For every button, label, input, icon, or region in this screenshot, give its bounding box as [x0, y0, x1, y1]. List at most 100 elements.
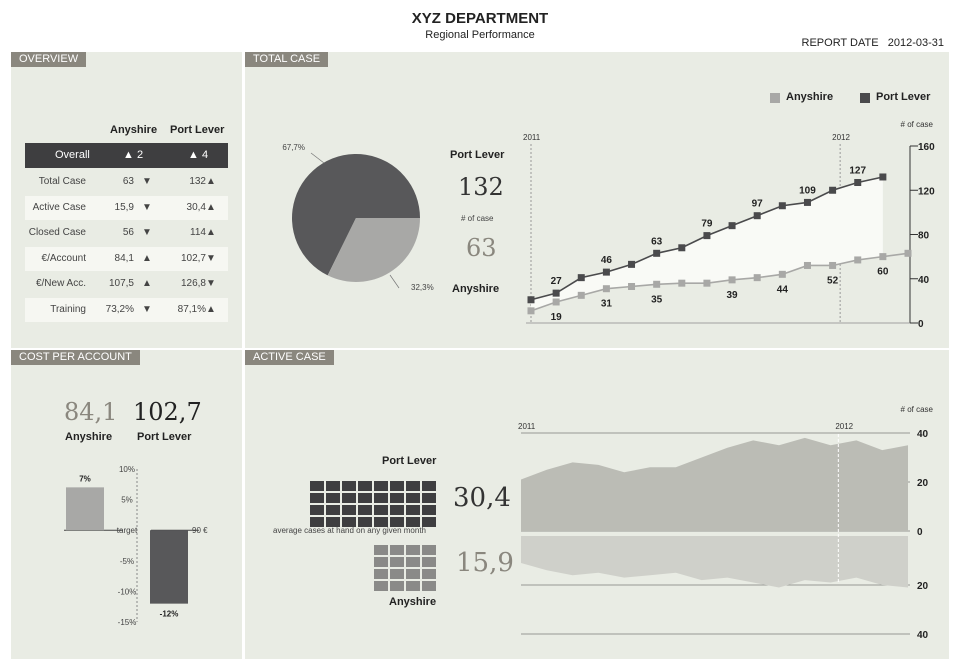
overview-row: €/Account 84,1 ▲ 102,7 ▼ [25, 246, 228, 271]
case-square [390, 481, 404, 491]
data-label: 31 [601, 299, 613, 310]
area-port-lever [521, 437, 908, 531]
overview-panel: OVERVIEW Anyshire Port Lever Overall ▲ 2… [11, 52, 242, 348]
y-axis-label: # of case [901, 405, 934, 414]
page-title: XYZ DEPARTMENT [411, 10, 549, 27]
y-tick-label: 160 [918, 142, 935, 153]
case-square [422, 569, 436, 579]
overview-row-port-lever-value: 87,1% [177, 303, 206, 315]
data-point [527, 307, 535, 315]
data-point [653, 280, 661, 288]
overview-row-port-lever-arrow: ▲ [206, 176, 216, 187]
report-date-label: REPORT DATE [801, 37, 879, 49]
data-point [803, 198, 811, 206]
case-square [326, 481, 340, 491]
cost-tick-label: -5% [120, 557, 134, 566]
cost-bar-chart: 10% 5% target -5% -10% -15% 7% -12% 90 € [64, 465, 208, 627]
overview-row-port-lever-value: 102,7 [180, 252, 206, 264]
year-marker-label: 2012 [832, 133, 850, 142]
data-point [552, 298, 560, 306]
data-point [552, 289, 560, 297]
case-square [326, 493, 340, 503]
case-square [406, 581, 420, 591]
data-point [678, 279, 686, 287]
overview-row-anyshire-value: 15,9 [114, 201, 134, 213]
overview-row: €/New Acc. 107,5 ▲ 126,8 ▼ [25, 272, 228, 296]
data-label: 46 [601, 255, 613, 266]
data-point [703, 232, 711, 240]
overview-row-label: Total Case [38, 176, 86, 187]
case-square [374, 557, 388, 567]
data-label: 97 [752, 199, 764, 210]
overview-row-anyshire-arrow: ▼ [142, 303, 152, 315]
overview-row: Training 73,2% ▼ 87,1% ▲ [25, 297, 228, 322]
series-gap-area [531, 176, 883, 311]
overall-port-lever: ▲ 4 [188, 149, 209, 161]
overview-row-port-lever-arrow: ▲ [206, 303, 216, 315]
case-square [326, 505, 340, 515]
case-square [310, 505, 324, 515]
data-point [879, 253, 887, 261]
cost-tick-label: 10% [119, 465, 135, 474]
case-square [406, 493, 420, 503]
cost-annotation: 90 € [192, 526, 208, 535]
case-square [310, 493, 324, 503]
data-point [678, 244, 686, 252]
data-label: 27 [551, 276, 563, 287]
y-tick-label: 20 [917, 478, 929, 489]
data-point [628, 260, 636, 268]
overview-row-anyshire-arrow: ▼ [142, 176, 152, 187]
overview-row: Closed Case 56 ▼ 114 ▲ [25, 221, 228, 245]
overview-col-anyshire: Anyshire [110, 124, 158, 136]
y-tick-label: 0 [918, 319, 924, 330]
case-square [358, 517, 372, 527]
overview-row-anyshire-value: 73,2% [105, 303, 134, 315]
y-axis-label: # of case [901, 120, 934, 129]
data-point [904, 249, 912, 257]
data-point [854, 179, 862, 187]
case-square [406, 569, 420, 579]
case-square [406, 545, 420, 555]
data-point [703, 279, 711, 287]
data-point [577, 291, 585, 299]
overview-row-port-lever-arrow: ▲ [206, 201, 216, 213]
case-square [358, 505, 372, 515]
case-square [422, 493, 436, 503]
data-point [653, 249, 661, 257]
overview-row-port-lever-value: 30,4 [186, 201, 206, 213]
y-tick-label: 20 [917, 581, 929, 592]
case-square [374, 581, 388, 591]
overview-row-anyshire-value: 107,5 [108, 278, 134, 289]
case-square [390, 581, 404, 591]
case-square [406, 505, 420, 515]
y-tick-label: 120 [918, 186, 935, 197]
case-square [422, 505, 436, 515]
data-label: 63 [651, 236, 663, 247]
overview-row-port-lever-value: 126,8 [180, 278, 206, 289]
case-square [358, 493, 372, 503]
cost-panel: COST PER ACCOUNT 84,1 Anyshire 102,7 Por… [11, 350, 242, 659]
overview-row-port-lever-value: 132 [189, 176, 206, 187]
y-tick-label: 80 [918, 231, 930, 242]
overview-row-anyshire-arrow: ▲ [142, 278, 152, 289]
data-point [602, 285, 610, 293]
overview-row-anyshire-value: 56 [122, 227, 134, 238]
data-label: 35 [651, 294, 663, 305]
overview-row: Active Case 15,9 ▼ 30,4 ▲ [25, 195, 228, 220]
case-square [310, 481, 324, 491]
year-marker-label: 2012 [835, 422, 853, 431]
data-label: 109 [799, 185, 816, 196]
cost-tick-label: target [117, 526, 138, 535]
overview-row-label: €/Account [41, 252, 86, 264]
data-point [803, 261, 811, 269]
data-label: 60 [877, 267, 889, 278]
cost-bar-label: -12% [160, 610, 179, 619]
y-tick-label: 40 [918, 275, 930, 286]
case-square [422, 545, 436, 555]
case-square [342, 493, 356, 503]
cost-tick-label: -15% [118, 618, 137, 627]
data-point [854, 256, 862, 264]
cost-bar [66, 487, 104, 531]
overview-row-anyshire-value: 63 [122, 176, 134, 187]
year-marker-label: 2011 [523, 133, 541, 142]
